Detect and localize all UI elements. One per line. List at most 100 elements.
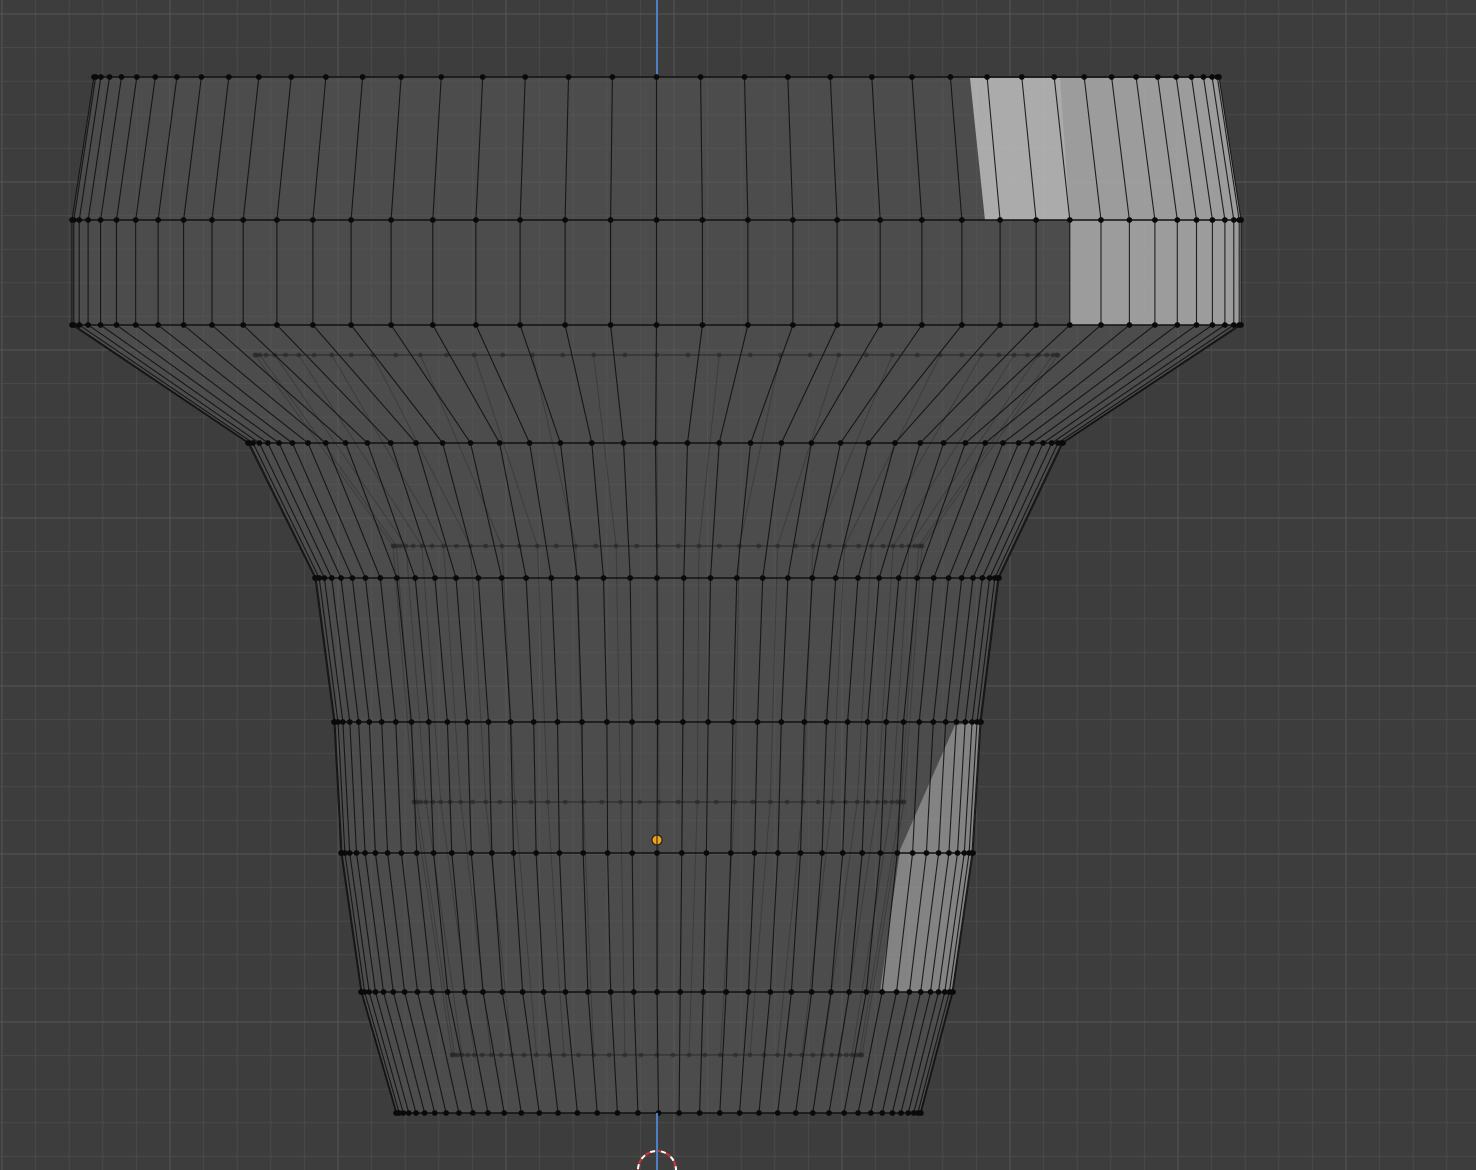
vertex — [431, 1110, 438, 1116]
vertex — [1222, 217, 1228, 223]
vertex — [366, 989, 373, 995]
vertex — [429, 217, 436, 223]
vertex — [792, 1110, 799, 1116]
vertex — [834, 322, 840, 328]
vertex — [942, 719, 949, 725]
vertex — [355, 719, 362, 725]
vertex — [876, 575, 882, 581]
vertex — [113, 322, 120, 328]
vertex — [92, 74, 99, 80]
vertex — [950, 989, 956, 995]
vertex — [653, 322, 660, 328]
vertex — [909, 74, 915, 80]
vertex — [808, 989, 815, 995]
vertex — [996, 575, 1002, 581]
vertex — [979, 575, 986, 581]
vertex — [328, 575, 335, 581]
vertex — [809, 1110, 816, 1116]
vertex — [919, 322, 925, 328]
vertex — [412, 575, 419, 581]
vertex — [390, 989, 397, 995]
vertex — [274, 217, 280, 223]
vertex — [629, 850, 636, 856]
vertex — [1126, 217, 1133, 223]
vertex — [348, 217, 354, 223]
vertex — [132, 322, 139, 328]
3d-viewport[interactable] — [0, 0, 1476, 1170]
vertex — [523, 575, 529, 581]
vertex — [372, 989, 379, 995]
vertex — [468, 850, 475, 856]
vertex — [348, 322, 354, 328]
vertex — [580, 850, 587, 856]
vertex — [1193, 322, 1200, 328]
vertex — [1174, 217, 1181, 223]
vertex — [444, 719, 451, 725]
vertex — [562, 322, 568, 328]
vertex — [759, 575, 766, 581]
vertex — [877, 322, 884, 328]
vertex — [823, 719, 830, 725]
vertex — [930, 575, 937, 581]
vertex — [1066, 217, 1073, 223]
vertex — [676, 1110, 682, 1116]
lit-face-top-inner — [970, 78, 1070, 220]
vertex — [827, 74, 834, 80]
vertex — [346, 850, 353, 856]
vertex — [562, 217, 568, 223]
vertex — [607, 989, 614, 995]
vertex — [723, 989, 729, 995]
vertex — [959, 217, 965, 223]
vertex — [788, 989, 795, 995]
vertex — [548, 575, 555, 581]
vertex — [894, 850, 901, 856]
vertex — [864, 719, 871, 725]
vertex — [461, 989, 468, 995]
vertex — [1098, 322, 1104, 328]
vertex — [697, 74, 704, 80]
vertex — [868, 74, 875, 80]
vertex — [754, 719, 761, 725]
vertex — [256, 440, 263, 446]
vertex — [265, 440, 271, 446]
vertex — [620, 440, 627, 446]
vertex — [479, 74, 486, 80]
vertex — [401, 989, 408, 995]
vertex — [518, 1110, 525, 1116]
vertex — [388, 217, 394, 223]
vertex — [533, 850, 539, 856]
vertex — [444, 989, 451, 995]
vertex — [745, 989, 752, 995]
vertex — [198, 74, 205, 80]
vertex — [475, 575, 482, 581]
origin-dot-icon[interactable] — [651, 834, 663, 846]
vertex — [680, 575, 687, 581]
vertex — [614, 1110, 621, 1116]
vertex — [579, 719, 585, 725]
vertex — [70, 322, 77, 328]
vertex — [133, 74, 140, 80]
viewport-canvas[interactable] — [0, 0, 1476, 1170]
vertex — [522, 74, 529, 80]
vertex — [276, 440, 282, 446]
vertex — [594, 1110, 601, 1116]
vertex — [1193, 217, 1200, 223]
vertex — [366, 719, 373, 725]
vertex — [225, 74, 232, 80]
vertex — [855, 1110, 861, 1116]
vertex — [1209, 74, 1215, 80]
vertex — [85, 322, 91, 328]
vertex — [316, 575, 323, 581]
vertex — [923, 850, 930, 856]
vertex — [940, 440, 947, 446]
vertex — [745, 322, 751, 328]
vertex — [378, 719, 385, 725]
vertex — [321, 575, 328, 581]
vertex — [565, 74, 572, 80]
vertex — [837, 440, 844, 446]
vertex — [736, 1110, 743, 1116]
vertex — [898, 1110, 904, 1116]
vertex — [364, 440, 371, 446]
vertex — [1209, 217, 1216, 223]
vertex — [408, 719, 415, 725]
